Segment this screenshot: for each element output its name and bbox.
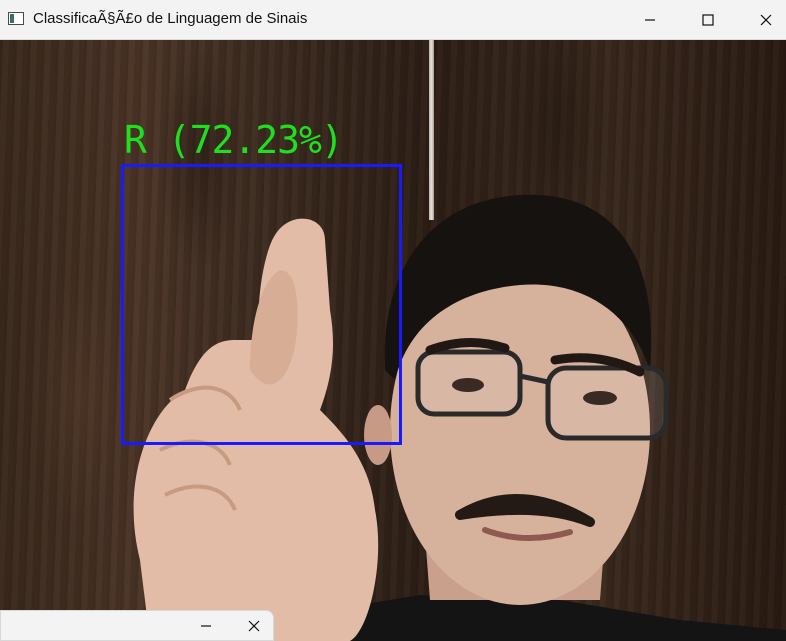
minimize-button[interactable] [627,0,673,39]
detection-bounding-box [121,164,402,445]
title-bar[interactable]: ClassificaÃ§Ã£o de Linguagem de Sinais [0,0,786,40]
window-title: ClassificaÃ§Ã£o de Linguagem de Sinais [33,10,308,27]
minimize-icon [645,18,655,21]
close-button[interactable] [743,0,786,39]
window-app-icon [8,12,24,25]
secondary-minimize-button[interactable] [196,614,216,638]
maximize-icon [702,13,714,26]
webcam-feed: R (72.23%) [0,40,786,641]
minimize-icon [201,625,211,627]
close-icon [248,620,260,632]
secondary-window-bar[interactable] [0,610,274,641]
maximize-button[interactable] [685,0,731,39]
close-icon [760,14,772,25]
main-window: ClassificaÃ§Ã£o de Linguagem de Sinais R… [0,0,786,641]
prediction-label: R (72.23%) [124,118,344,162]
secondary-close-button[interactable] [244,614,264,638]
